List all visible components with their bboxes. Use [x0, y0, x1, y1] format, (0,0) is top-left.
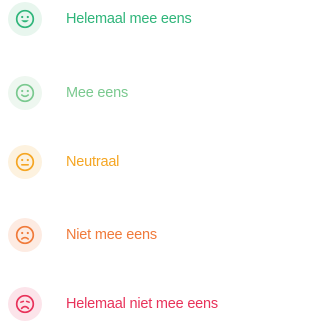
option-label: Mee eens [66, 85, 129, 101]
option-label: Neutraal [66, 154, 120, 170]
option-helemaal-niet-mee-eens[interactable]: Helemaal niet mee eens [8, 287, 218, 321]
icon-badge [8, 2, 42, 36]
option-niet-mee-eens[interactable]: Niet mee eens [8, 218, 157, 252]
sad-face-icon [15, 225, 35, 245]
option-label: Niet mee eens [66, 227, 157, 243]
icon-badge [8, 76, 42, 110]
agreement-scale: Helemaal mee eens Mee eens Neutraal Niet… [0, 0, 264, 321]
option-mee-eens[interactable]: Mee eens [8, 76, 128, 110]
very-happy-face-icon [15, 9, 35, 29]
option-label: Helemaal niet mee eens [66, 296, 218, 312]
neutral-face-icon [15, 152, 35, 172]
option-helemaal-mee-eens[interactable]: Helemaal mee eens [8, 2, 192, 36]
happy-face-icon [15, 83, 35, 103]
option-label: Helemaal mee eens [66, 11, 192, 27]
very-sad-face-icon [15, 294, 35, 314]
icon-badge [8, 287, 42, 321]
option-neutraal[interactable]: Neutraal [8, 145, 119, 179]
icon-badge [8, 218, 42, 252]
icon-badge [8, 145, 42, 179]
